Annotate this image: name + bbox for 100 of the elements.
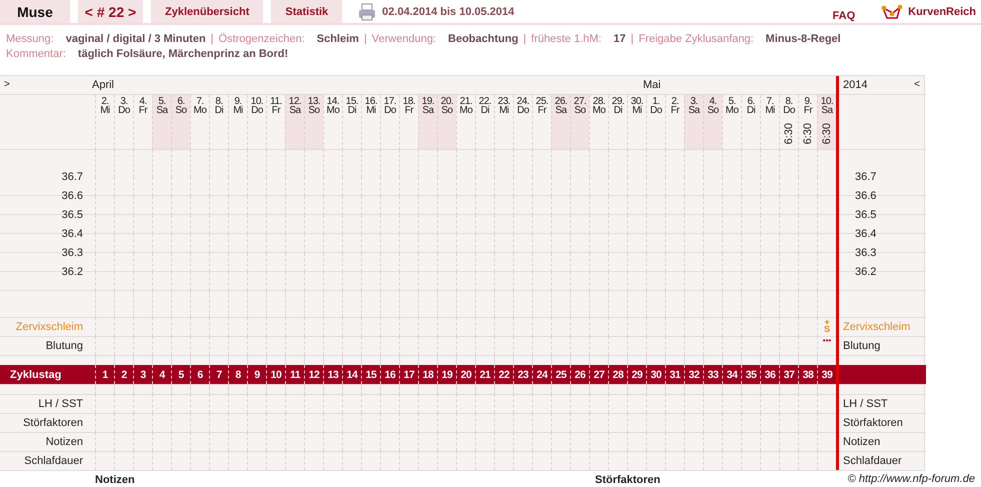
scroll-right-button[interactable]: < (914, 76, 920, 94)
cycle-day-number: 11 (285, 365, 304, 384)
day-date: 27. (574, 95, 586, 106)
info-label: Freigabe Zyklusanfang: (638, 32, 754, 44)
cycle-day-number: 7 (209, 365, 228, 384)
weekday: So (308, 106, 320, 115)
temperature-label: 36.2 (60, 265, 83, 280)
day-date: 22. (478, 95, 492, 106)
weekday: Fr (670, 106, 680, 115)
cycle-day-number: 24 (532, 365, 551, 384)
day-date: 4. (139, 95, 147, 106)
cycle-day-number: 20 (456, 365, 475, 384)
day-date: 1. (652, 95, 660, 106)
cycle-day-number: 1 (95, 365, 114, 384)
cycle-day-number: 9 (247, 365, 266, 384)
mucus-symbol: + S (822, 318, 831, 333)
cycle-day-number: 15 (361, 365, 380, 384)
cycle-number-tab[interactable]: < # 22 > (78, 0, 143, 23)
day-date: 3. (690, 95, 698, 106)
cycle-day-number: 30 (646, 365, 665, 384)
weekday: So (441, 106, 453, 115)
day-date: 29. (612, 95, 624, 106)
day-date: 12. (288, 95, 302, 106)
day-date: 19. (422, 95, 434, 106)
cycle-day-number: 38 (798, 365, 817, 384)
cycle-day-number: 35 (741, 365, 760, 384)
month-label: April (92, 79, 114, 91)
cycle-day-number: 18 (418, 365, 437, 384)
cycle-day-number: 22 (494, 365, 513, 384)
row-label: Blutung (842, 340, 880, 352)
weekday: Di (746, 106, 756, 115)
measure-time: 6:30 (802, 123, 814, 144)
section-heading: Störfaktoren (595, 474, 660, 486)
separator: | (210, 32, 214, 44)
temperature-label: 36.5 (854, 208, 878, 223)
day-date: 14. (326, 95, 340, 106)
cycle-day-number: 39 (817, 365, 836, 384)
logo-text: KurvenReich (908, 6, 976, 18)
day-date: 11. (270, 95, 282, 106)
nav-tab[interactable]: Zyklenübersicht (151, 0, 264, 23)
chart-name-tab[interactable]: Muse (0, 0, 70, 23)
nav-tab[interactable]: Statistik (271, 0, 342, 23)
copyright-text: © http://www.nfp-forum.de (848, 473, 975, 485)
row-label: Schlafdauer (24, 455, 83, 467)
weekday: Do (650, 106, 662, 115)
day-date: 30. (630, 95, 644, 106)
weekday: Mo (592, 106, 606, 115)
weekday: Fr (272, 106, 280, 115)
weekday: So (175, 106, 187, 115)
temperature-label: 36.7 (854, 170, 878, 185)
cycle-day-number: 16 (380, 365, 399, 384)
weekday: Mi (765, 106, 775, 115)
day-date: 8. (785, 95, 793, 106)
day-date: 5. (158, 95, 166, 106)
weekday: Sa (289, 106, 301, 115)
day-date: 10. (820, 95, 834, 106)
separator: | (630, 32, 634, 44)
weekday: Di (480, 106, 490, 115)
day-date: 2. (101, 95, 109, 106)
weekday: Fr (404, 106, 414, 115)
info-label: Verwendung: (372, 32, 436, 44)
cycle-day-number: 27 (589, 365, 608, 384)
cycle-day-number: 37 (779, 365, 798, 384)
day-date: 5. (728, 95, 736, 106)
cycle-day-number: 26 (570, 365, 589, 384)
row-label: Blutung (46, 340, 83, 352)
cycle-day-number: 8 (228, 365, 247, 384)
weekday: Sa (555, 106, 567, 115)
weekday: Sa (688, 106, 700, 115)
scroll-left-button[interactable]: > (4, 76, 10, 90)
day-date: 20. (440, 95, 454, 106)
weekday: Fr (804, 106, 812, 115)
cycle-day-number: 33 (703, 365, 722, 384)
info-label: Kommentar: (6, 48, 66, 60)
cycle-day-number: 25 (551, 365, 570, 384)
weekday: Mi (233, 106, 243, 115)
weekday: Mo (326, 106, 340, 115)
curve-logo-icon (881, 4, 904, 20)
info-label: Östrogenzeichen: (218, 32, 305, 44)
date-range: 02.04.2014 bis 10.05.2014 (382, 6, 514, 18)
weekday: So (574, 106, 586, 115)
measure-time: 6:30 (821, 123, 833, 144)
day-date: 8. (215, 95, 223, 106)
faq-link[interactable]: FAQ (832, 10, 856, 22)
temperature-label: 36.6 (60, 189, 83, 204)
info-value: vaginal / digital / 3 Minuten (66, 32, 206, 44)
weekday: Sa (156, 106, 168, 115)
day-date: 17. (384, 95, 396, 106)
row-label: Störfaktoren (23, 417, 83, 429)
cycle-day-number: 29 (627, 365, 646, 384)
cycle-day-number: 2 (114, 365, 133, 384)
day-date: 4. (709, 95, 717, 106)
row-label: LH / SST (842, 398, 888, 410)
row-label: Zervixschleim (842, 321, 910, 333)
day-date: 16. (364, 95, 378, 106)
printer-icon[interactable] (358, 2, 376, 20)
day-date: 3. (120, 95, 128, 106)
year-label: 2014 (843, 78, 868, 93)
temperature-label: 36.4 (60, 227, 83, 242)
weekday: Di (614, 106, 622, 115)
